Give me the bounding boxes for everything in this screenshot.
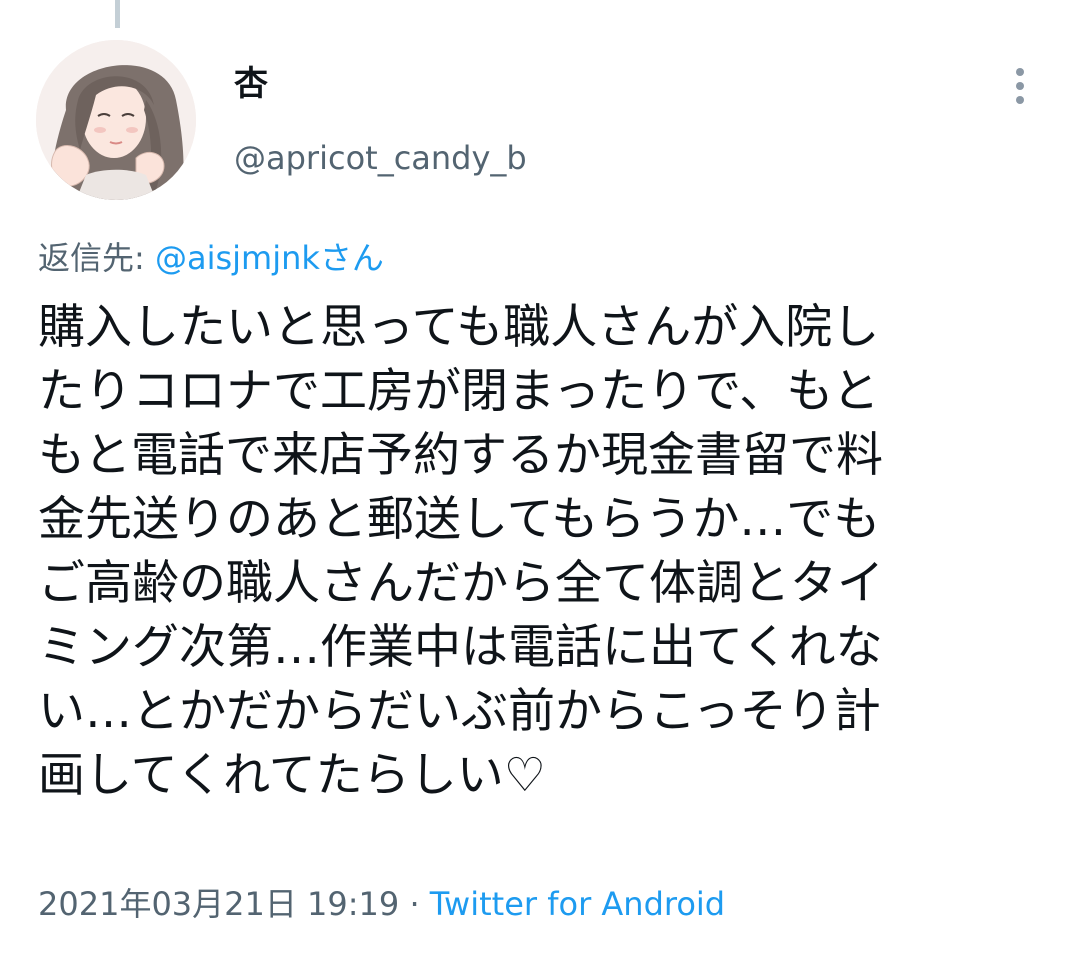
meta-separator: · bbox=[399, 885, 430, 923]
tweet-timestamp[interactable]: 2021年03月21日 19:19 bbox=[38, 885, 399, 923]
display-name[interactable]: 杏 bbox=[234, 64, 268, 104]
tweet-text-line: ミング次第…作業中は電話に出てくれな bbox=[38, 620, 883, 675]
tweet-source-link[interactable]: Twitter for Android bbox=[430, 885, 725, 923]
tweet-text-line: 金先送りのあと郵送してもらうか…でも bbox=[38, 492, 881, 547]
more-options-button[interactable] bbox=[1000, 60, 1040, 112]
tweet-text-line: い…とかだからだいぶ前からこっそり計 bbox=[38, 684, 881, 739]
reply-to-line: 返信先: @aisjmjnkさん bbox=[38, 236, 384, 280]
tweet-body: 購入したいと思っても職人さんが入院し たりコロナで工房が閉まったりで、もと もと… bbox=[38, 296, 1048, 808]
tweet-text-line: 画してくれてたらしい♡ bbox=[38, 748, 546, 803]
more-vertical-icon-dot bbox=[1016, 96, 1024, 104]
user-handle[interactable]: @apricot_candy_b bbox=[234, 138, 527, 178]
tweet-text-line: もと電話で来店予約するか現金書留で料 bbox=[38, 428, 884, 483]
more-vertical-icon-dot bbox=[1016, 82, 1024, 90]
reply-to-mention-link[interactable]: @aisjmjnkさん bbox=[155, 239, 384, 277]
tweet-text-line: たりコロナで工房が閉まったりで、もと bbox=[38, 364, 880, 419]
tweet-text-line: 購入したいと思っても職人さんが入院し bbox=[38, 300, 880, 355]
avatar[interactable] bbox=[36, 40, 196, 200]
thread-connector-line bbox=[115, 0, 120, 28]
more-vertical-icon bbox=[1016, 68, 1024, 76]
tweet-text-line: ご高齢の職人さんだから全て体調とタイ bbox=[38, 556, 884, 611]
tweet-metadata: 2021年03月21日 19:19 · Twitter for Android bbox=[38, 882, 725, 926]
reply-to-prefix: 返信先: bbox=[38, 239, 155, 277]
avatar-illustration-icon bbox=[36, 40, 196, 200]
tweet-detail: 杏 @apricot_candy_b 返信先: @aisjmjnkさん 購入した… bbox=[0, 0, 1080, 956]
